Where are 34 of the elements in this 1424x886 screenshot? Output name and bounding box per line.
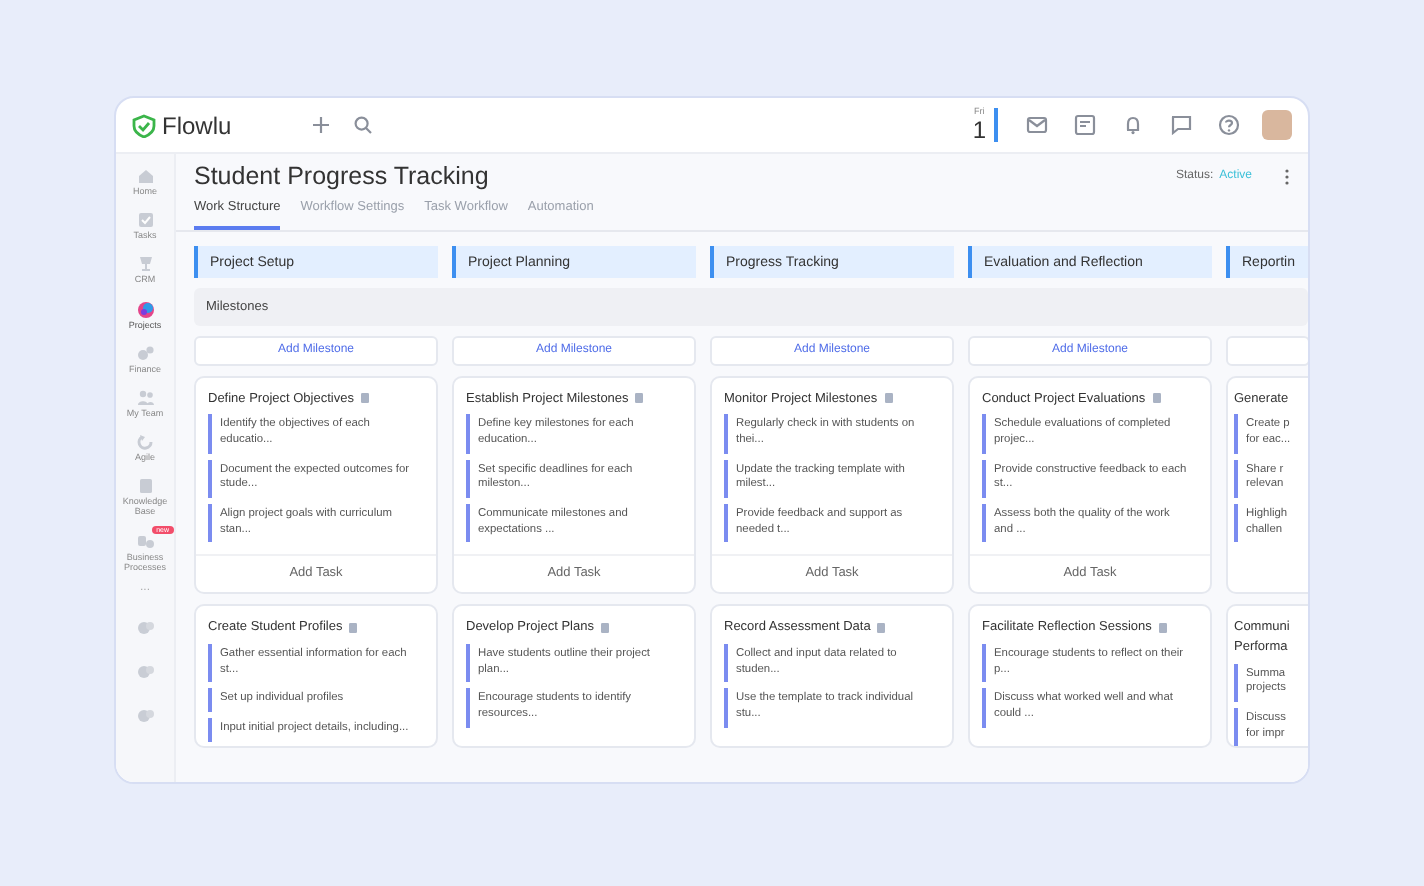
empty-slot[interactable] [1226,335,1308,365]
app-icon[interactable] [135,617,155,638]
document-icon[interactable] [1151,392,1162,405]
note-icon[interactable] [1074,114,1096,136]
chat-icon[interactable] [1170,114,1192,136]
document-icon[interactable] [1157,622,1168,634]
document-icon[interactable] [359,392,370,405]
projects-icon [135,299,155,320]
app-icon[interactable] [135,661,155,682]
coins-icon [135,343,155,364]
help-icon[interactable] [1218,114,1240,136]
more-vertical-icon[interactable] [1284,167,1290,186]
book-icon [135,476,155,497]
document-icon[interactable] [883,392,894,405]
document-icon[interactable] [348,622,359,634]
flow-icon [135,531,155,552]
house-icon [135,166,155,186]
mail-icon[interactable] [1026,114,1048,136]
project-title: Student Progress Tracking [194,160,491,194]
document-icon[interactable] [634,392,645,405]
check-shield-icon [132,113,156,137]
loop-icon [135,432,155,453]
plus-icon[interactable] [311,116,330,134]
checkbox-icon [135,210,155,231]
avatar[interactable] [1262,110,1292,140]
app-icon[interactable] [135,705,155,726]
document-icon[interactable] [876,622,887,634]
search-icon[interactable] [353,116,372,134]
people-icon [135,387,155,408]
trophy-icon [135,254,155,275]
document-icon[interactable] [599,622,610,634]
app-name: Flowlu [162,109,232,143]
bell-icon[interactable] [1122,114,1144,136]
date-number: 1 [972,117,986,142]
